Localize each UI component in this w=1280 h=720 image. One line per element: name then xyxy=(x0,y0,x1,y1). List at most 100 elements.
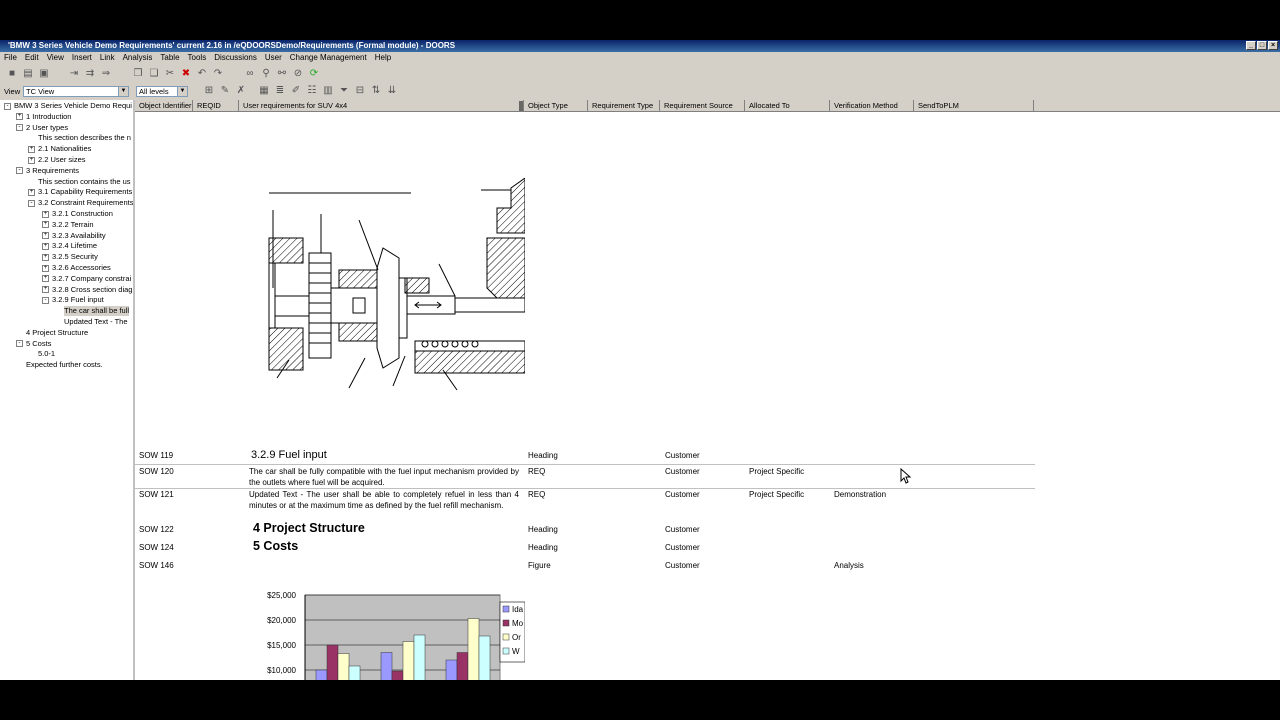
expand-toggle-icon[interactable]: + xyxy=(28,156,35,164)
close-button[interactable]: × xyxy=(1268,41,1278,50)
tree-node[interactable]: 3.2.7 Company constrai xyxy=(52,274,131,284)
tree-node[interactable]: 3.2.9 Fuel input xyxy=(52,295,104,305)
tree-node[interactable]: 3.2.1 Construction xyxy=(52,209,113,219)
column-header-user-requirements[interactable]: User requirements for SUV 4x4 xyxy=(239,100,524,112)
column-header-sendtoplm[interactable]: SendToPLM xyxy=(914,100,1034,112)
tree-node[interactable]: 3.2.3 Availability xyxy=(52,231,106,241)
expand-toggle-icon[interactable]: + xyxy=(28,188,35,196)
remove-column-icon[interactable]: ✗ xyxy=(235,85,247,96)
link-icon[interactable]: ∞ xyxy=(244,68,256,79)
expand-toggle-icon[interactable]: + xyxy=(28,145,35,153)
menu-tools[interactable]: Tools xyxy=(184,52,211,64)
expand-toggle-icon[interactable]: + xyxy=(42,210,49,218)
refresh-icon[interactable]: ⟳ xyxy=(308,68,320,79)
copy-icon[interactable]: ❐ xyxy=(132,68,144,79)
collapse-toggle-icon[interactable]: - xyxy=(42,296,49,304)
requirement-text-cell[interactable]: 5 Costs xyxy=(253,540,523,553)
print-icon[interactable]: ▤ xyxy=(22,68,34,79)
requirement-text-cell[interactable]: 4 Project Structure xyxy=(253,522,523,535)
menu-edit[interactable]: Edit xyxy=(21,52,43,64)
redo-icon[interactable]: ↷ xyxy=(212,68,224,79)
requirement-text-cell[interactable]: Updated Text - The user shall be able to… xyxy=(249,489,519,511)
format-icon[interactable]: ✐ xyxy=(290,85,302,96)
tree-node[interactable]: 3.2.4 Lifetime xyxy=(52,241,97,251)
expand-toggle-icon[interactable]: + xyxy=(42,221,49,229)
sort-descending-icon[interactable]: ⇊ xyxy=(386,85,398,96)
link-end-icon[interactable]: ⚯ xyxy=(276,68,288,79)
tree-icon[interactable]: ☷ xyxy=(306,85,318,96)
tree-node[interactable]: 5.0-1 xyxy=(38,349,55,359)
link-start-icon[interactable]: ⚲ xyxy=(260,68,272,79)
menu-user[interactable]: User xyxy=(261,52,286,64)
collapse-toggle-icon[interactable]: - xyxy=(4,102,11,110)
column-header-requirement-type[interactable]: Requirement Type xyxy=(588,100,660,112)
expand-toggle-icon[interactable]: + xyxy=(42,242,49,250)
requirement-text-cell[interactable]: The car shall be fully compatible with t… xyxy=(249,466,519,488)
tree-node[interactable]: 3.2.8 Cross section diag xyxy=(52,285,132,295)
filter-off-icon[interactable]: ⊟ xyxy=(354,85,366,96)
menu-table[interactable]: Table xyxy=(156,52,183,64)
delete-icon[interactable]: ✖ xyxy=(180,68,192,79)
tree-node[interactable]: 2.2 User sizes xyxy=(38,155,86,165)
undo-icon[interactable]: ↶ xyxy=(196,68,208,79)
edit-column-icon[interactable]: ✎ xyxy=(219,85,231,96)
expand-toggle-icon[interactable]: + xyxy=(42,264,49,272)
tree-node[interactable]: Expected further costs. xyxy=(26,360,103,370)
minimize-button[interactable]: _ xyxy=(1246,41,1256,50)
show-graphics-icon[interactable]: ▦ xyxy=(258,85,270,96)
tree-node[interactable]: 1 Introduction xyxy=(26,112,71,122)
menu-link[interactable]: Link xyxy=(96,52,119,64)
menu-help[interactable]: Help xyxy=(371,52,395,64)
column-header-verification-method[interactable]: Verification Method xyxy=(830,100,914,112)
collapse-toggle-icon[interactable]: - xyxy=(16,124,23,132)
tree-node[interactable]: The car shall be full xyxy=(64,306,130,317)
menu-file[interactable]: File xyxy=(0,52,21,64)
expand-toggle-icon[interactable]: + xyxy=(42,253,49,261)
expand-toggle-icon[interactable]: + xyxy=(42,232,49,240)
tree-node[interactable]: This section describes the n xyxy=(38,133,131,143)
tree-node[interactable]: 3.2.2 Terrain xyxy=(52,220,94,230)
tree-node[interactable]: BMW 3 Series Vehicle Demo Requi xyxy=(14,101,132,111)
table-icon[interactable]: ▥ xyxy=(322,85,334,96)
menu-change-management[interactable]: Change Management xyxy=(286,52,371,64)
tree-node[interactable]: 3.1 Capability Requirements xyxy=(38,187,132,197)
tree-node[interactable]: 3 Requirements xyxy=(26,166,79,176)
levels-select[interactable]: All levels ▼ xyxy=(136,86,188,97)
menu-discussions[interactable]: Discussions xyxy=(210,52,261,64)
cut-icon[interactable]: ✂ xyxy=(164,68,176,79)
sort-icon[interactable]: ⇅ xyxy=(370,85,382,96)
collapse-toggle-icon[interactable]: - xyxy=(28,199,35,207)
expand-toggle-icon[interactable]: + xyxy=(42,275,49,283)
insert-below-icon[interactable]: ⇒ xyxy=(100,68,112,79)
link-delete-icon[interactable]: ⊘ xyxy=(292,68,304,79)
tree-node[interactable]: 2 User types xyxy=(26,123,68,133)
column-resize-handle[interactable] xyxy=(518,100,524,112)
tree-node[interactable]: Updated Text - The xyxy=(64,317,128,327)
filter-icon[interactable]: ⊞ xyxy=(203,85,215,96)
insert-heading-icon[interactable]: ⇥ xyxy=(68,68,80,79)
expand-toggle-icon[interactable]: + xyxy=(16,113,23,121)
expand-toggle-icon[interactable]: + xyxy=(42,286,49,294)
column-header-requirement-source[interactable]: Requirement Source xyxy=(660,100,745,112)
paste-icon[interactable]: ❏ xyxy=(148,68,160,79)
print-preview-icon[interactable]: ▣ xyxy=(38,68,50,79)
save-icon[interactable]: ■ xyxy=(6,68,18,79)
column-header-object-type[interactable]: Object Type xyxy=(524,100,588,112)
collapse-toggle-icon[interactable]: - xyxy=(16,340,23,348)
tree-node[interactable]: 2.1 Nationalities xyxy=(38,144,91,154)
column-header-object-identifier[interactable]: Object Identifier xyxy=(135,100,193,112)
tree-node[interactable]: This section contains the us xyxy=(38,177,131,187)
menu-analysis[interactable]: Analysis xyxy=(119,52,157,64)
requirement-text-cell[interactable]: 3.2.9 Fuel input xyxy=(251,450,521,461)
tree-node[interactable]: 3.2.6 Accessories xyxy=(52,263,111,273)
insert-object-icon[interactable]: ⇉ xyxy=(84,68,96,79)
maximize-button[interactable]: □ xyxy=(1257,41,1267,50)
tree-node[interactable]: 3.2 Constraint Requirements xyxy=(38,198,133,208)
funnel-icon[interactable]: ⏷ xyxy=(338,85,350,96)
menu-insert[interactable]: Insert xyxy=(68,52,96,64)
collapse-toggle-icon[interactable]: - xyxy=(16,167,23,175)
column-header-allocated-to[interactable]: Allocated To xyxy=(745,100,830,112)
tree-node[interactable]: 5 Costs xyxy=(26,339,51,349)
tree-node[interactable]: 3.2.5 Security xyxy=(52,252,98,262)
tree-node[interactable]: 4 Project Structure xyxy=(26,328,88,338)
